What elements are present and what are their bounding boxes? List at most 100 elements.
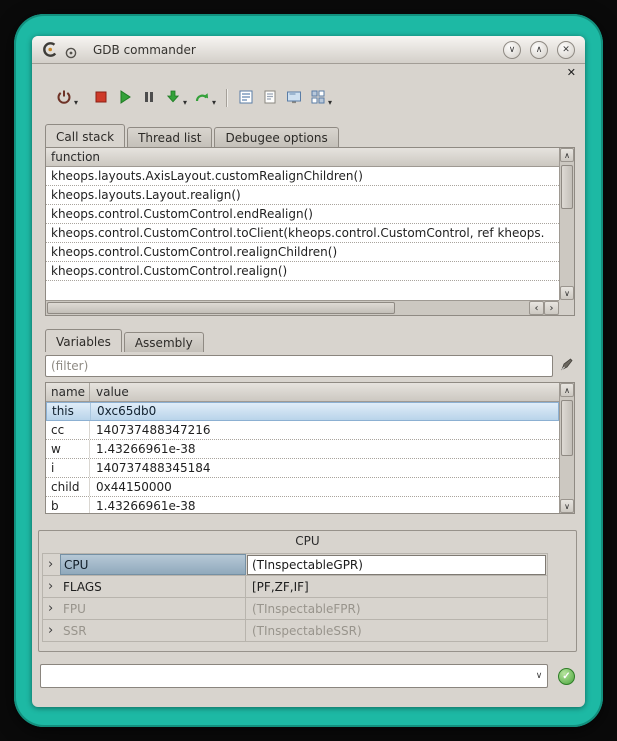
tab-debugee-options[interactable]: Debugee options: [214, 127, 338, 147]
window-menu-icon[interactable]: [65, 44, 77, 56]
dock-close-button[interactable]: ✕: [567, 67, 576, 78]
scroll-right-icon[interactable]: ›: [544, 301, 559, 315]
expand-icon[interactable]: ›: [43, 624, 60, 637]
gdb-commander-window: GDB commander ∨ ∧ ✕ ✕ ▾: [32, 36, 585, 707]
tab-variables[interactable]: Variables: [45, 329, 122, 352]
step-into-dropdown-icon[interactable]: ▾: [183, 98, 187, 107]
callstack-row[interactable]: kheops.layouts.Layout.realign(): [46, 186, 559, 205]
tab-thread-list[interactable]: Thread list: [127, 127, 212, 147]
memory-icon: [310, 89, 326, 108]
vscroll-thumb[interactable]: [561, 400, 573, 456]
debug-toolbar: ▾ ▾ ▾: [52, 84, 335, 112]
titlebar[interactable]: GDB commander ∨ ∧ ✕: [32, 36, 585, 64]
callstack-row[interactable]: kheops.layouts.AxisLayout.customRealignC…: [46, 167, 559, 186]
scroll-down-icon[interactable]: ∨: [560, 286, 574, 300]
tab-assembly[interactable]: Assembly: [124, 332, 204, 352]
messages-icon: [262, 89, 278, 108]
app-icon: [42, 41, 59, 58]
step-into-icon: [165, 89, 181, 108]
close-button[interactable]: ✕: [557, 41, 575, 59]
callstack-tabbar: Call stack Thread list Debugee options: [45, 124, 341, 147]
power-button[interactable]: [52, 86, 76, 110]
variables-header: name value: [46, 383, 559, 402]
column-header-name[interactable]: name: [46, 383, 90, 401]
cpu-row[interactable]: › SSR (TInspectableSSR): [42, 620, 548, 642]
stop-icon: [93, 89, 109, 108]
callstack-row[interactable]: kheops.control.CustomControl.endRealign(…: [46, 205, 559, 224]
callstack-row[interactable]: kheops.control.CustomControl.realign(): [46, 262, 559, 281]
memory-button[interactable]: [306, 86, 330, 110]
filter-menu-button[interactable]: [555, 355, 577, 377]
scrollbar-corner: [559, 300, 574, 315]
hscroll-track[interactable]: [46, 301, 529, 315]
filter-input[interactable]: [45, 355, 553, 377]
expand-icon[interactable]: ›: [43, 558, 60, 571]
step-over-button[interactable]: [190, 86, 214, 110]
memory-dropdown-icon[interactable]: ▾: [328, 98, 332, 107]
cpu-value-editor[interactable]: [247, 555, 546, 575]
run-icon: [117, 89, 133, 108]
vscroll-track[interactable]: [560, 162, 574, 286]
callstack-list: function kheops.layouts.AxisLayout.custo…: [46, 148, 559, 300]
scroll-left-icon[interactable]: ‹: [529, 301, 544, 315]
variables-tabbar: Variables Assembly: [45, 329, 206, 352]
minimize-button[interactable]: ∨: [503, 41, 521, 59]
variable-row[interactable]: this 0xc65db0: [46, 402, 559, 421]
cpu-row[interactable]: › FPU (TInspectableFPR): [42, 598, 548, 620]
variable-row[interactable]: child 0x44150000: [46, 478, 559, 497]
command-input[interactable]: [41, 665, 531, 687]
watch-button[interactable]: [282, 86, 306, 110]
hscroll-thumb[interactable]: [47, 302, 395, 314]
variable-row[interactable]: b 1.43266961e-38: [46, 497, 559, 513]
variables-vscrollbar[interactable]: ∧ ∨: [559, 383, 574, 513]
step-over-icon: [194, 89, 210, 108]
check-icon: ✓: [562, 671, 570, 682]
power-dropdown-icon[interactable]: ▾: [74, 98, 78, 107]
pause-button[interactable]: [137, 86, 161, 110]
variable-row[interactable]: w 1.43266961e-38: [46, 440, 559, 459]
maximize-button[interactable]: ∧: [530, 41, 548, 59]
cpu-row[interactable]: › CPU: [42, 554, 548, 576]
expand-icon[interactable]: ›: [43, 580, 60, 593]
scroll-up-icon[interactable]: ∧: [560, 383, 574, 397]
scroll-up-icon[interactable]: ∧: [560, 148, 574, 162]
expand-icon[interactable]: ›: [43, 602, 60, 615]
watch-icon: [286, 89, 302, 108]
pause-icon: [141, 89, 157, 108]
vscroll-track[interactable]: [560, 397, 574, 499]
step-over-dropdown-icon[interactable]: ▾: [212, 98, 216, 107]
stop-button[interactable]: [89, 86, 113, 110]
run-button[interactable]: [113, 86, 137, 110]
vscroll-thumb[interactable]: [561, 165, 573, 209]
screenshot-frame: GDB commander ∨ ∧ ✕ ✕ ▾: [14, 14, 603, 727]
callstack-row[interactable]: kheops.control.CustomControl.realignChil…: [46, 243, 559, 262]
tab-call-stack[interactable]: Call stack: [45, 124, 125, 147]
variables-table: name value this 0xc65db0 cc 140737488347…: [46, 383, 559, 513]
cpu-row[interactable]: › FLAGS [PF,ZF,IF]: [42, 576, 548, 598]
power-icon: [56, 89, 72, 108]
variable-row[interactable]: cc 140737488347216: [46, 421, 559, 440]
send-command-button[interactable]: ✓: [558, 668, 575, 685]
cpu-group-title: CPU: [39, 534, 576, 548]
filter-pen-icon: [559, 357, 574, 375]
frames-icon: [238, 89, 254, 108]
titlebar-controls: ∨ ∧ ✕: [503, 41, 575, 59]
combo-dropdown-icon[interactable]: ∨: [531, 671, 547, 681]
cpu-inspector: › CPU › FLAGS [PF,ZF,IF] › FPU (TInspect…: [42, 553, 548, 642]
step-into-button[interactable]: [161, 86, 185, 110]
command-row: ∨ ✓: [40, 663, 575, 689]
variable-row[interactable]: i 140737488345184: [46, 459, 559, 478]
callstack-row[interactable]: kheops.control.CustomControl.toClient(kh…: [46, 224, 559, 243]
command-combobox[interactable]: ∨: [40, 664, 548, 688]
variables-filter-row: [45, 354, 577, 378]
callstack-hscrollbar[interactable]: ‹ ›: [46, 300, 559, 315]
frames-button[interactable]: [234, 86, 258, 110]
cpu-groupbox: CPU › CPU › FLAGS [PF,ZF,IF] › FPU: [38, 530, 577, 652]
scroll-down-icon[interactable]: ∨: [560, 499, 574, 513]
toolbar-separator: [226, 89, 227, 107]
window-title: GDB commander: [93, 43, 196, 57]
column-header-value[interactable]: value: [90, 383, 559, 401]
callstack-vscrollbar[interactable]: ∧ ∨: [559, 148, 574, 300]
messages-button[interactable]: [258, 86, 282, 110]
callstack-column-header[interactable]: function: [46, 148, 559, 167]
